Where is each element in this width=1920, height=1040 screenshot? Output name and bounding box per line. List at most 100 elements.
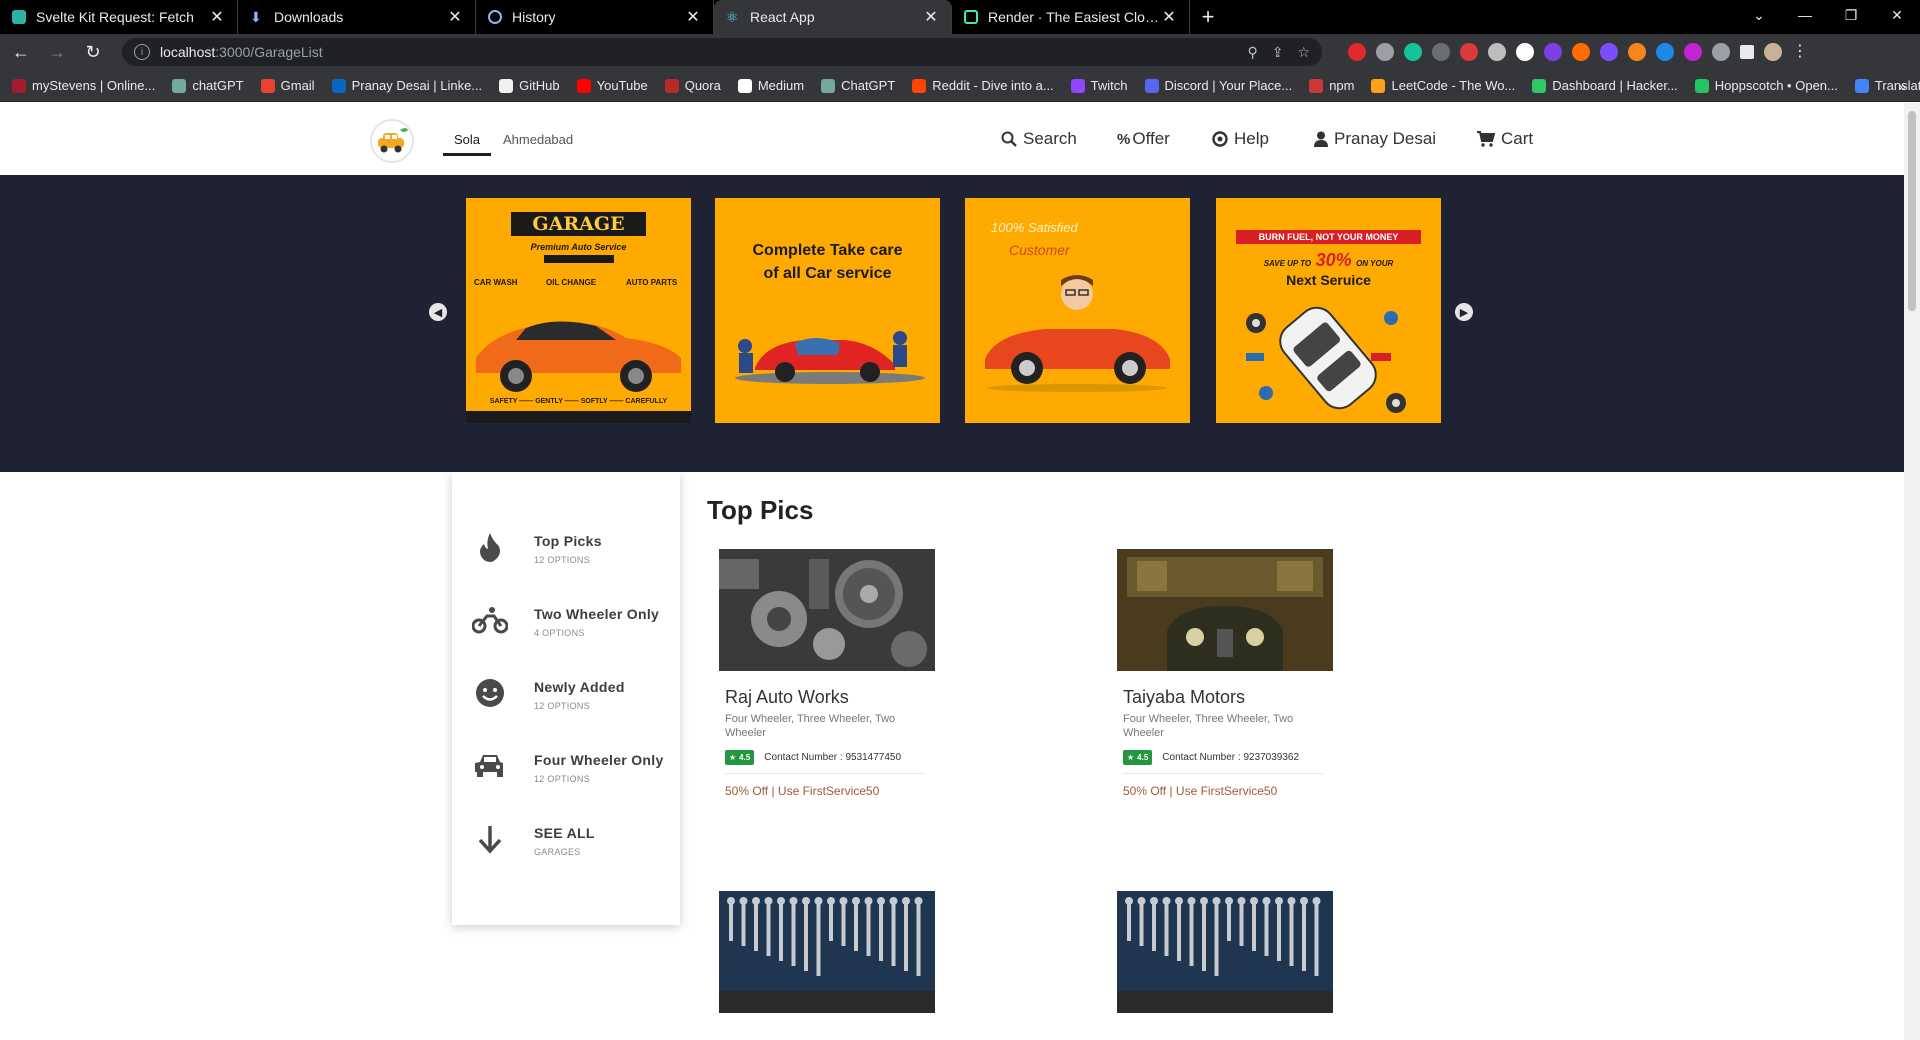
garage-card[interactable]	[1117, 891, 1333, 1013]
share-icon[interactable]: ⇪	[1272, 44, 1284, 61]
menu-kebab-icon[interactable]: ⋮	[1792, 43, 1808, 61]
forward-arrow-icon[interactable]: →	[42, 37, 72, 67]
nav-offer[interactable]: % Offer	[1117, 129, 1170, 149]
garage-card[interactable]	[719, 891, 935, 1013]
rating-badge: ★ 4.5	[1123, 750, 1153, 765]
banner-garage[interactable]: GARAGE Premium Auto Service CAR WASH OIL…	[466, 198, 691, 423]
extension-icon[interactable]	[1656, 43, 1674, 61]
restore-icon[interactable]: ❐	[1828, 0, 1874, 30]
nav-search[interactable]: Search	[1001, 129, 1077, 149]
bookmark-item[interactable]: Reddit - Dive into a...	[912, 78, 1054, 93]
nav-offer-label: Offer	[1132, 129, 1170, 148]
browser-tab[interactable]: Render · The Easiest Cloud For All ✕	[952, 0, 1190, 34]
bookmark-favicon-icon	[576, 78, 591, 93]
extension-icon[interactable]	[1572, 43, 1590, 61]
filter-four-wheeler[interactable]: Four Wheeler Only 12 OPTIONS	[472, 746, 672, 796]
bookmarks-overflow-icon[interactable]: »	[1898, 78, 1906, 94]
close-tab-icon[interactable]: ✕	[1161, 7, 1177, 27]
adblock-extension-icon[interactable]	[1348, 43, 1366, 61]
location-tab-ahmedabad[interactable]: Ahmedabad	[503, 132, 573, 147]
reload-icon[interactable]: ↻	[78, 37, 108, 67]
scrollbar-thumb[interactable]	[1908, 111, 1916, 311]
bookmark-item[interactable]: myStevens | Online...	[12, 78, 155, 93]
banner-burn-fuel[interactable]: BURN FUEL, NOT YOUR MONEY SAVE UP TO 30%…	[1216, 198, 1441, 423]
bookmark-label: ChatGPT	[841, 78, 896, 93]
close-tab-icon[interactable]: ✕	[209, 7, 225, 27]
carousel-prev-icon[interactable]: ◀	[429, 303, 447, 321]
bookmark-favicon-icon	[664, 78, 679, 93]
pen-extension-icon[interactable]	[1376, 43, 1394, 61]
bookmark-item[interactable]: Medium	[737, 78, 804, 93]
camera-extension-icon[interactable]	[1488, 43, 1506, 61]
tab-search-icon[interactable]: ⌄	[1736, 0, 1782, 30]
new-tab-button[interactable]: +	[1190, 0, 1226, 34]
extension-icon[interactable]	[1432, 43, 1450, 61]
page-scrollbar[interactable]	[1904, 103, 1920, 1040]
filter-top-picks[interactable]: Top Picks 12 OPTIONS	[472, 527, 672, 577]
bookmark-item[interactable]: Hoppscotch • Open...	[1694, 78, 1838, 93]
banner4-ribbon: BURN FUEL, NOT YOUR MONEY	[1236, 230, 1421, 244]
zoom-icon[interactable]: ⚲	[1247, 44, 1257, 61]
bookmark-item[interactable]: Gmail	[260, 78, 315, 93]
banner-satisfied-customer[interactable]: 100% Satisfied Customer	[965, 198, 1190, 423]
banner2-line2: of all Car service	[763, 265, 892, 282]
address-bar[interactable]: i localhost:3000/GarageList ⚲ ⇪ ☆	[122, 38, 1322, 66]
metamask-extension-icon[interactable]	[1628, 43, 1646, 61]
bookmark-item[interactable]: Translate	[1854, 78, 1920, 93]
close-window-icon[interactable]: ✕	[1874, 0, 1920, 30]
garage-logo[interactable]	[370, 119, 414, 163]
nav-help[interactable]: Help	[1212, 129, 1269, 149]
extension-icon[interactable]	[1600, 43, 1618, 61]
bookmark-item[interactable]: YouTube	[576, 78, 648, 93]
bookmark-star-icon[interactable]: ☆	[1297, 44, 1310, 61]
browser-tab[interactable]: ⬇ Downloads ✕	[238, 0, 476, 34]
bookmark-item[interactable]: npm	[1309, 78, 1354, 93]
filter-newly-added[interactable]: Newly Added 12 OPTIONS	[472, 673, 672, 723]
filter-two-wheeler[interactable]: Two Wheeler Only 4 OPTIONS	[472, 600, 672, 650]
bookmark-item[interactable]: Quora	[664, 78, 721, 93]
filter-sidebar: Top Picks 12 OPTIONS Two Wheeler Only 4 …	[452, 472, 680, 925]
bookmark-item[interactable]: chatGPT	[172, 78, 244, 93]
puzzle-extensions-icon[interactable]	[1712, 43, 1730, 61]
extension-icon[interactable]	[1544, 43, 1562, 61]
garage-card[interactable]: Taiyaba Motors Four Wheeler, Three Wheel…	[1117, 549, 1333, 798]
bookmark-item[interactable]: Pranay Desai | Linke...	[331, 78, 482, 93]
garage-name[interactable]: Raj Auto Works	[725, 687, 935, 708]
chatgpt-favicon-icon	[12, 10, 26, 24]
extension-icon[interactable]	[1460, 43, 1478, 61]
profile-avatar[interactable]	[1764, 43, 1782, 61]
garage-card[interactable]: Raj Auto Works Four Wheeler, Three Wheel…	[719, 549, 935, 798]
carousel-next-icon[interactable]: ▶	[1455, 303, 1473, 321]
side-panel-icon[interactable]	[1740, 45, 1754, 59]
close-tab-icon[interactable]: ✕	[447, 7, 463, 27]
browser-tab[interactable]: Svelte Kit Request: Fetch ✕	[0, 0, 238, 34]
banner-car-service[interactable]: Complete Take care of all Car service	[715, 198, 940, 423]
bookmark-item[interactable]: LeetCode - The Wo...	[1371, 78, 1515, 93]
site-header: Sola Ahmedabad Search % Offer Help Prana…	[0, 103, 1904, 175]
grammarly-extension-icon[interactable]	[1404, 43, 1422, 61]
nav-user[interactable]: Pranay Desai	[1314, 129, 1436, 149]
browser-tab-active[interactable]: ⚛ React App ✕	[714, 0, 952, 34]
filter-count: 12 OPTIONS	[534, 774, 591, 784]
site-info-icon[interactable]: i	[134, 44, 150, 60]
location-tab-sola[interactable]: Sola	[443, 132, 492, 156]
back-arrow-icon[interactable]: ←	[6, 37, 36, 67]
bookmark-item[interactable]: ChatGPT	[821, 78, 895, 93]
banner4-percent: 30%	[1315, 250, 1352, 270]
close-tab-icon[interactable]: ✕	[923, 7, 939, 27]
extension-icon[interactable]	[1684, 43, 1702, 61]
history-favicon-icon	[488, 10, 502, 24]
garage-name[interactable]: Taiyaba Motors	[1123, 687, 1333, 708]
browser-tab[interactable]: History ✕	[476, 0, 714, 34]
extension-icon[interactable]	[1516, 43, 1534, 61]
bookmark-item[interactable]: Discord | Your Place...	[1144, 78, 1292, 93]
bookmark-item[interactable]: Dashboard | Hacker...	[1532, 78, 1678, 93]
bookmark-item[interactable]: Twitch	[1070, 78, 1128, 93]
filter-see-all[interactable]: SEE ALL GARAGES	[472, 819, 672, 869]
close-tab-icon[interactable]: ✕	[685, 7, 701, 27]
banner-bottom-bar	[466, 411, 691, 423]
nav-cart[interactable]: Cart	[1477, 129, 1533, 149]
bookmark-favicon-icon	[331, 78, 346, 93]
minimize-icon[interactable]: —	[1782, 0, 1828, 30]
bookmark-item[interactable]: GitHub	[499, 78, 560, 93]
